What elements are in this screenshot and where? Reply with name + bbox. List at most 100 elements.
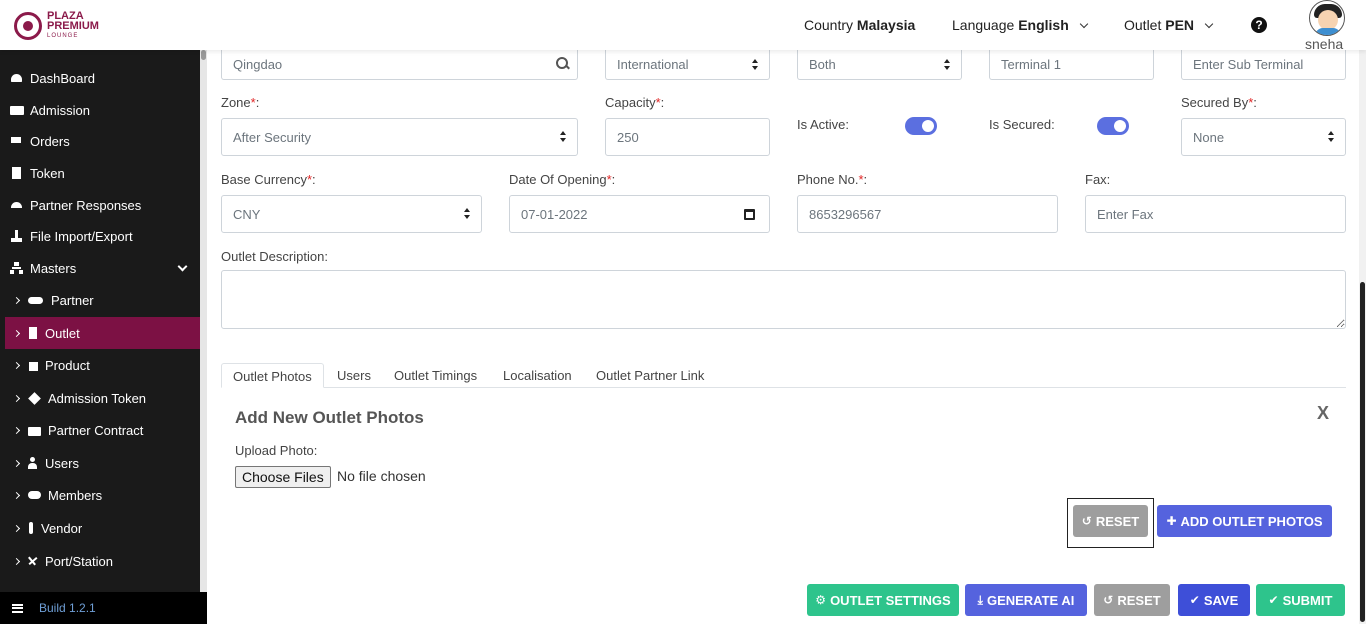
language-value: English <box>1018 17 1069 33</box>
is-active-toggle[interactable] <box>905 117 937 135</box>
reset-photos-button[interactable]: ↺ RESET <box>1073 505 1148 537</box>
capacity-input[interactable]: 250 <box>605 118 770 156</box>
plus-icon: ✚ <box>1166 514 1177 528</box>
sidebar-footer: Build 1.2.1 <box>0 592 207 624</box>
base-currency-label: Base Currency*: <box>221 172 316 187</box>
direction-select[interactable]: Both <box>797 50 962 80</box>
logo-mark-icon <box>14 12 42 40</box>
country-display: Country Malaysia <box>804 17 915 33</box>
date-opening-input[interactable]: 07-01-2022 <box>509 195 770 233</box>
logo-line-2: PREMIUM <box>47 20 99 32</box>
choose-files-button[interactable]: Choose Files <box>235 466 331 488</box>
chevron-right-icon <box>12 524 21 532</box>
is-secured-toggle[interactable] <box>1097 117 1129 135</box>
tab-users[interactable]: Users <box>326 363 382 388</box>
chevron-right-icon <box>12 296 21 304</box>
sidebar-item-label: Partner Responses <box>30 197 142 213</box>
sidebar-item-partner-responses[interactable]: Partner Responses <box>0 189 200 221</box>
file-icon <box>10 167 23 179</box>
terminal-input[interactable]: Terminal 1 <box>989 50 1154 80</box>
build-version: Build 1.2.1 <box>39 601 96 615</box>
sidebar-item-masters[interactable]: Masters <box>0 252 200 284</box>
avatar[interactable] <box>1309 0 1345 36</box>
sidebar-item-label: Orders <box>30 133 70 149</box>
close-icon[interactable]: X <box>1317 403 1329 424</box>
sidebar-subitem-port-station[interactable]: Port/Station <box>0 545 200 577</box>
phone-input[interactable]: 8653296567 <box>797 195 1058 233</box>
language-dropdown[interactable]: Language English <box>952 17 1088 33</box>
outlet-form: Qingdao International Both Terminal 1 En… <box>207 50 1359 624</box>
sidebar-subitem-product[interactable]: Product <box>0 349 200 381</box>
sidebar-item-label: Vendor <box>41 520 83 536</box>
sidebar-item-admission[interactable]: Admission <box>0 94 200 126</box>
add-outlet-photos-button[interactable]: ✚ ADD OUTLET PHOTOS <box>1157 505 1332 537</box>
city-search-input[interactable]: Qingdao <box>221 50 578 80</box>
dashboard-icon <box>10 72 23 84</box>
gear-icon: ⚙ <box>815 593 827 607</box>
is-active-label: Is Active: <box>797 117 850 132</box>
sidebar-subitem-members[interactable]: Members <box>0 479 200 511</box>
sidebar-item-label: Masters <box>30 260 77 276</box>
outlet-type-select[interactable]: International <box>605 50 770 80</box>
help-icon[interactable]: ? <box>1251 17 1267 33</box>
secured-by-select[interactable]: None <box>1181 118 1346 156</box>
sub-terminal-input[interactable]: Enter Sub Terminal <box>1181 50 1346 80</box>
reset-button[interactable]: ↺ RESET <box>1094 584 1170 616</box>
page-scrollbar[interactable] <box>1359 50 1366 624</box>
select-arrows-icon <box>944 58 951 71</box>
briefcase-icon <box>28 424 41 436</box>
save-button[interactable]: ✔ SAVE <box>1178 584 1250 616</box>
sidebar-item-token[interactable]: Token <box>0 157 200 189</box>
panel-title: Add New Outlet Photos <box>235 408 424 427</box>
chevron-right-icon <box>12 394 21 402</box>
chevron-down-icon <box>1079 19 1088 29</box>
sidebar-item-label: Token <box>30 165 65 181</box>
sidebar-item-label: Admission <box>30 102 90 118</box>
fax-input[interactable]: Enter Fax <box>1085 195 1346 233</box>
undo-icon: ↺ <box>1081 514 1092 528</box>
sidebar-item-orders[interactable]: Orders <box>0 125 200 157</box>
sidebar-item-label: Port/Station <box>45 553 113 569</box>
outlet-description-label: Outlet Description: <box>221 249 328 264</box>
sidebar-subitem-partner-contract[interactable]: Partner Contract <box>0 414 200 446</box>
sidebar-item-label: Members <box>48 487 103 503</box>
upload-photo-label: Upload Photo: <box>235 443 318 458</box>
check-icon: ✔ <box>1268 593 1279 607</box>
tab-outlet-timings[interactable]: Outlet Timings <box>383 363 488 388</box>
capacity-label: Capacity*: <box>605 95 665 110</box>
tab-outlet-photos[interactable]: Outlet Photos <box>221 363 324 388</box>
sidebar-subitem-vendor[interactable]: Vendor <box>0 512 200 544</box>
sidebar-subitem-outlet[interactable]: Outlet <box>5 317 200 349</box>
sidebar-subitem-users[interactable]: Users <box>0 447 200 479</box>
calendar-icon[interactable] <box>744 209 755 220</box>
reply-icon <box>10 199 23 211</box>
outlet-settings-button[interactable]: ⚙ OUTLET SETTINGS <box>807 584 959 616</box>
chevron-right-icon <box>12 459 21 467</box>
sidebar-item-dashboard[interactable]: DashBoard <box>0 62 200 94</box>
chevron-right-icon <box>12 361 21 369</box>
fax-label: Fax: <box>1085 172 1111 187</box>
undo-icon: ↺ <box>1103 593 1114 607</box>
generate-ai-button[interactable]: ⤓ GENERATE AI <box>965 584 1087 616</box>
zone-select[interactable]: After Security <box>221 118 578 156</box>
plaza-premium-logo[interactable]: PLAZA PREMIUM LOUNGE <box>14 11 99 41</box>
chevron-right-icon <box>12 557 21 565</box>
sidebar-item-file-import-export[interactable]: File Import/Export <box>0 220 200 252</box>
search-icon[interactable] <box>556 57 569 70</box>
hamburger-menu-icon[interactable] <box>12 603 23 613</box>
outlet-dropdown[interactable]: Outlet PEN <box>1124 17 1214 33</box>
chevron-down-icon[interactable] <box>177 261 188 272</box>
is-secured-label: Is Secured: <box>989 117 1055 132</box>
tab-localisation[interactable]: Localisation <box>492 363 583 388</box>
zone-label: Zone*: <box>221 95 260 110</box>
username[interactable]: sneha <box>1305 36 1343 52</box>
sidebar-subitem-partner[interactable]: Partner <box>0 284 200 316</box>
sidebar-scrollbar[interactable] <box>200 50 207 592</box>
outlet-description-textarea[interactable] <box>221 270 1346 329</box>
submit-button[interactable]: ✔ SUBMIT <box>1256 584 1345 616</box>
base-currency-select[interactable]: CNY <box>221 195 482 233</box>
top-bar: PLAZA PREMIUM LOUNGE Country Malaysia La… <box>0 0 1366 52</box>
tab-outlet-partner-link[interactable]: Outlet Partner Link <box>585 363 715 388</box>
gift-icon <box>28 359 38 371</box>
sidebar-subitem-admission-token[interactable]: Admission Token <box>0 382 200 414</box>
